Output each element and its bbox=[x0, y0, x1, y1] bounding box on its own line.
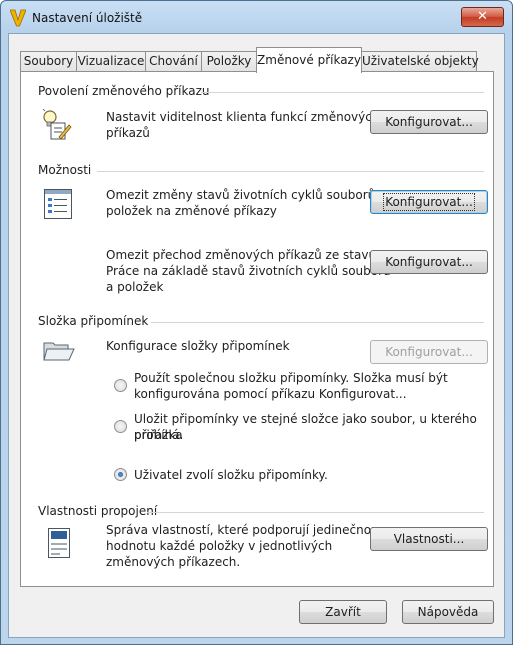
radio-user-chooses[interactable] bbox=[114, 468, 127, 481]
button-label: Nápověda bbox=[417, 605, 479, 619]
radio-shared-folder-line2[interactable]: konfigurována pomocí příkazu Konfigurova… bbox=[134, 386, 407, 402]
button-label: Konfigurovat... bbox=[385, 255, 473, 269]
tab-chovani[interactable]: Chování bbox=[145, 51, 202, 72]
close-window-button[interactable]: ✕ bbox=[461, 7, 504, 27]
configure-enable-button[interactable]: Konfigurovat... bbox=[370, 110, 488, 134]
configure-markup-button[interactable]: Konfigurovat... bbox=[370, 340, 488, 364]
radio-user-chooses-label[interactable]: Uživatel zvolí složku připomínky. bbox=[134, 467, 328, 483]
title-bar[interactable]: Nastavení úložiště ✕ bbox=[1, 1, 512, 35]
option1-line2: položek na změnové příkazy bbox=[106, 204, 277, 218]
properties-description-line2: hodnotu každé položky v jednotlivých bbox=[106, 539, 333, 553]
option2-line2: Práce na základě stavů životních cyklů s… bbox=[106, 264, 391, 278]
section-divider bbox=[97, 171, 484, 172]
section-title-markup: Složka připomínek bbox=[38, 314, 149, 328]
property-sheet-icon bbox=[48, 528, 70, 561]
settings-dialog: Nastavení úložiště ✕ Soubory Vizualizace… bbox=[0, 0, 513, 645]
section-divider bbox=[151, 322, 484, 323]
configure-lifecycle-button[interactable]: Konfigurovat... bbox=[370, 190, 488, 214]
section-divider bbox=[201, 92, 484, 93]
tab-zmenove-prikazy[interactable]: Změnové příkazy bbox=[256, 47, 362, 73]
radio-same-folder-line1[interactable]: Uložit připomínky ve stejné složce jako … bbox=[134, 411, 493, 443]
lightbulb-checklist-icon bbox=[41, 108, 73, 144]
vault-app-icon bbox=[9, 9, 27, 27]
window-title: Nastavení úložiště bbox=[32, 11, 143, 25]
section-title-properties: Vlastnosti propojení bbox=[38, 504, 158, 518]
dialog-client-area: Soubory Vizualizace Chování Položky Změn… bbox=[8, 33, 505, 638]
section-title-enable: Povolení změnového příkazu bbox=[38, 84, 210, 98]
option2-line1: Omezit přechod změnových příkazů ze stav… bbox=[106, 248, 377, 262]
radio-shared-folder-line1[interactable]: Použít společnou složku připomínky. Slož… bbox=[134, 370, 448, 386]
enable-description-line1: Nastavit viditelnost klienta funkcí změn… bbox=[106, 110, 380, 124]
radio-shared-folder[interactable] bbox=[114, 379, 127, 392]
button-label: Konfigurovat... bbox=[385, 345, 473, 359]
properties-description-line1: Správa vlastností, které podporují jedin… bbox=[106, 523, 379, 537]
help-button[interactable]: Nápověda bbox=[402, 600, 494, 624]
option1-line1: Omezit změny stavů životních cyklů soubo… bbox=[106, 188, 387, 202]
tab-polozky[interactable]: Položky bbox=[201, 51, 257, 72]
list-options-icon bbox=[44, 189, 72, 222]
section-divider bbox=[147, 512, 484, 513]
button-label: Vlastnosti... bbox=[393, 532, 465, 546]
button-label: Zavřít bbox=[325, 605, 361, 619]
button-label: Konfigurovat... bbox=[383, 193, 475, 211]
configure-transition-button[interactable]: Konfigurovat... bbox=[370, 250, 488, 274]
tab-vizualizace[interactable]: Vizualizace bbox=[76, 51, 146, 72]
enable-description-line2: příkazů bbox=[106, 126, 150, 140]
radio-same-folder-line2[interactable]: probíhá. bbox=[134, 427, 183, 443]
option2-line3: a položek bbox=[106, 280, 164, 294]
markup-config-label: Konfigurace složky připomínek bbox=[106, 339, 290, 353]
tab-uzivatelske-objekty[interactable]: Uživatelské objekty bbox=[361, 51, 479, 72]
button-label: Konfigurovat... bbox=[385, 115, 473, 129]
close-icon: ✕ bbox=[477, 9, 488, 24]
properties-description-line3: změnových příkazech. bbox=[106, 555, 241, 569]
tab-panel-change-orders: Povolení změnového příkazu Nastavit vidi… bbox=[20, 71, 494, 587]
open-folder-icon bbox=[43, 340, 75, 365]
properties-button[interactable]: Vlastnosti... bbox=[370, 527, 488, 551]
close-button[interactable]: Zavřít bbox=[299, 600, 387, 624]
section-title-options: Možnosti bbox=[38, 163, 92, 177]
radio-same-folder[interactable] bbox=[114, 420, 127, 433]
tab-soubory[interactable]: Soubory bbox=[20, 51, 77, 72]
